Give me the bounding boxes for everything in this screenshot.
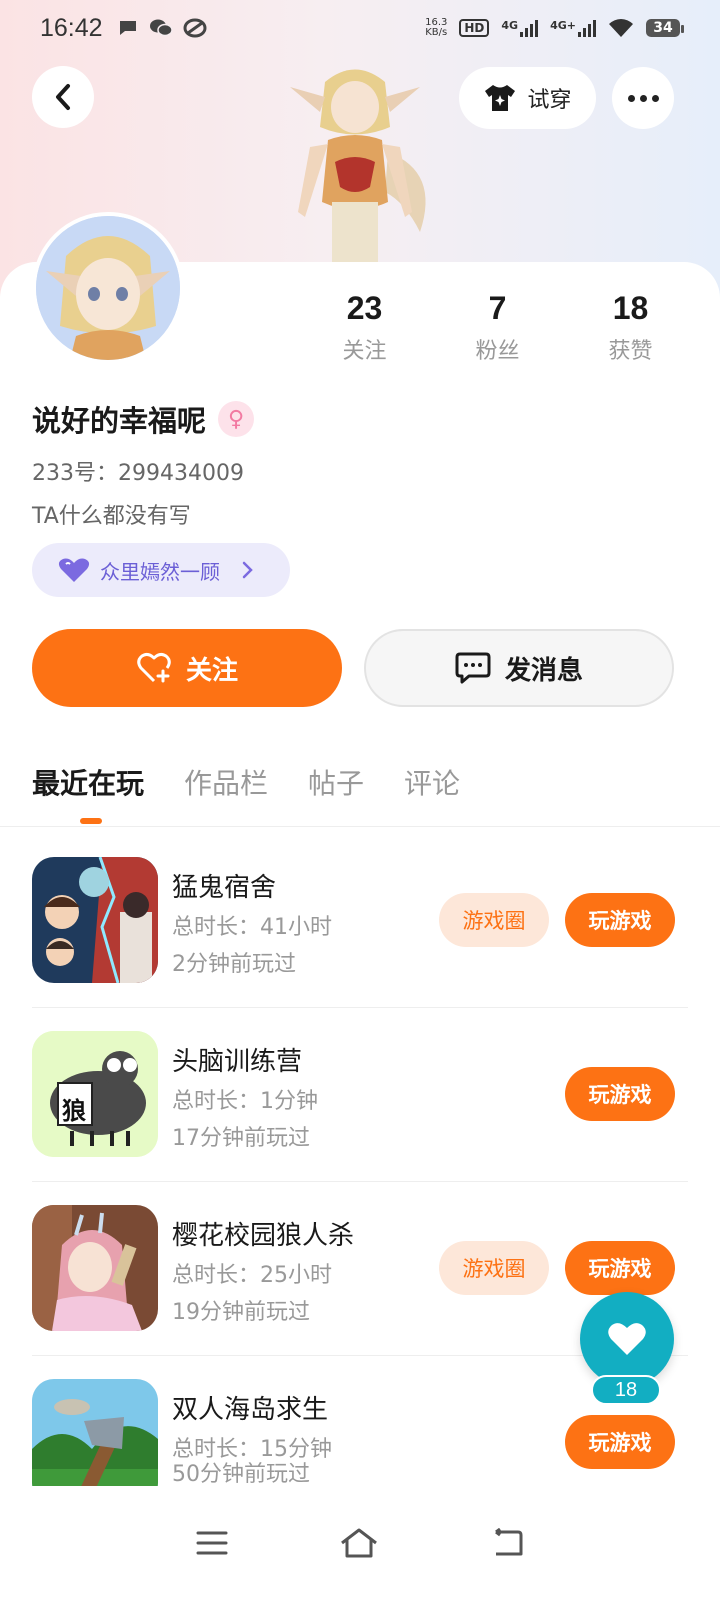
play-game-button[interactable]: 玩游戏 (565, 893, 675, 947)
system-nav-bar (0, 1486, 720, 1600)
game-duration: 总时长：41小时 (172, 915, 332, 940)
chat-bubble-icon (455, 652, 491, 684)
nickname: 说好的幸福呢 (32, 404, 207, 438)
tab-posts[interactable]: 帖子 (308, 762, 364, 802)
follow-label: 关注 (185, 655, 238, 686)
avatar-3d-character (290, 69, 426, 267)
more-dot (639, 94, 647, 102)
heart-icon (58, 558, 90, 582)
female-icon: ♀ (218, 401, 255, 437)
menu-icon[interactable] (196, 1530, 228, 1556)
tab-works[interactable]: 作品栏 (184, 762, 268, 802)
title-tag-label: 众里嫣然一顾 (100, 559, 220, 584)
signal-icon: 4G (501, 19, 539, 37)
status-bar: 16:42 16.3 KB/s HD 4G 4G+ 34 (0, 0, 720, 56)
game-last-played: 17分钟前玩过 (172, 1126, 310, 1151)
stat-following[interactable]: 23 关注 (298, 290, 431, 365)
back-button[interactable] (32, 66, 94, 128)
sim1-label: 4G (501, 19, 519, 32)
try-on-label: 试穿 (527, 88, 572, 113)
game-icon-brain-camp: 狼 (32, 1031, 158, 1157)
signal-icon-2: 4G+ (550, 19, 596, 37)
tab-comments[interactable]: 评论 (404, 762, 460, 802)
profile-stats: 23 关注 7 粉丝 18 获赞 (298, 290, 698, 365)
stat-following-value: 23 (346, 290, 383, 326)
game-last-played: 2分钟前玩过 (172, 952, 296, 977)
game-name: 猛鬼宿舍 (172, 873, 277, 903)
more-dots-icon (627, 94, 635, 102)
game-last-played: 50分钟前玩过 (172, 1462, 310, 1487)
battery-icon: 34 (646, 19, 684, 37)
heart-icon (608, 1323, 646, 1355)
try-on-button[interactable]: 试穿 (459, 67, 596, 129)
stat-fans-label: 粉丝 (475, 339, 520, 364)
game-circle-button[interactable]: 游戏圈 (439, 893, 549, 947)
wifi-icon (609, 19, 633, 37)
play-game-button[interactable]: 玩游戏 (565, 1067, 675, 1121)
title-tag[interactable]: 众里嫣然一顾 (32, 543, 290, 597)
stat-likes-value: 18 (612, 290, 649, 326)
back-icon (56, 84, 70, 110)
like-count-badge: 18 (591, 1375, 661, 1405)
stat-likes[interactable]: 18 获赞 (564, 290, 697, 365)
game-duration: 总时长：1分钟 (172, 1089, 318, 1114)
app-notification-icon (183, 18, 207, 38)
game-name: 樱花校园狼人杀 (172, 1221, 355, 1251)
follow-button[interactable]: 关注 (32, 629, 342, 707)
message-button[interactable]: 发消息 (364, 629, 674, 707)
stat-fans-value: 7 (488, 290, 507, 326)
notification-icons (117, 17, 207, 39)
avatar[interactable] (32, 212, 184, 364)
game-name: 头脑训练营 (172, 1047, 303, 1077)
net-speed-unit: KB/s (425, 27, 448, 38)
back-nav-icon[interactable] (490, 1528, 524, 1558)
game-circle-button[interactable]: 游戏圈 (439, 1241, 549, 1295)
game-duration: 总时长：25小时 (172, 1263, 332, 1288)
net-speed: 16.3 KB/s (425, 18, 447, 38)
game-list: 猛鬼宿舍 总时长：41小时 2分钟前玩过 游戏圈 玩游戏 狼 头脑训练营 总时长… (0, 834, 720, 1530)
game-icon-text: 狼 (62, 1097, 86, 1125)
game-icon-ghost-dorm (32, 857, 158, 983)
profile-tabs: 最近在玩 作品栏 帖子 评论 (32, 762, 460, 802)
heart-plus-icon (137, 652, 171, 683)
hd-icon: HD (459, 19, 490, 37)
status-right: 16.3 KB/s HD 4G 4G+ 34 (425, 18, 684, 38)
status-time: 16:42 (40, 13, 103, 42)
stat-likes-label: 获赞 (608, 339, 653, 364)
play-game-button[interactable]: 玩游戏 (565, 1241, 675, 1295)
game-last-played: 19分钟前玩过 (172, 1300, 310, 1325)
avatar-image (36, 216, 180, 360)
stat-fans[interactable]: 7 粉丝 (431, 290, 564, 365)
tab-indicator (80, 818, 102, 824)
list-item[interactable]: 狼 头脑训练营 总时长：1分钟 17分钟前玩过 玩游戏 (0, 1008, 720, 1182)
chevron-right-icon (242, 561, 253, 579)
stat-following-label: 关注 (342, 339, 387, 364)
more-dot (651, 94, 659, 102)
message-label: 发消息 (504, 655, 583, 686)
tabs-divider (0, 826, 720, 827)
list-item[interactable]: 猛鬼宿舍 总时长：41小时 2分钟前玩过 游戏圈 玩游戏 (0, 834, 720, 1008)
tab-recently-played[interactable]: 最近在玩 (32, 762, 144, 802)
more-button[interactable] (612, 67, 674, 129)
home-icon[interactable] (339, 1527, 379, 1559)
user-id: 233号：299434009 (32, 461, 244, 486)
play-game-button[interactable]: 玩游戏 (565, 1415, 675, 1469)
game-icon-sakura-werewolf (32, 1205, 158, 1331)
nickname-row: 说好的幸福呢 ♀ (32, 398, 255, 440)
tshirt-sparkle-icon (485, 85, 516, 111)
like-fab-button[interactable] (580, 1292, 674, 1386)
wechat-notification-icon (149, 19, 173, 37)
message-notification-icon (119, 21, 136, 35)
sim2-label: 4G+ (550, 19, 576, 32)
bio: TA什么都没有写 (32, 504, 191, 529)
game-name: 双人海岛求生 (172, 1395, 329, 1425)
